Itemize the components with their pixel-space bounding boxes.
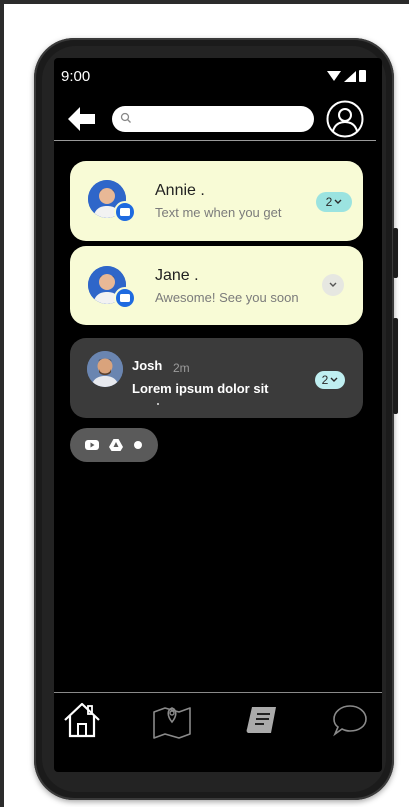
avatar xyxy=(87,351,123,387)
window-top-edge xyxy=(0,0,409,4)
status-icons xyxy=(327,70,366,82)
message-preview: Lorem ipsum dolor sit xyxy=(132,381,269,396)
chevron-down-icon xyxy=(330,377,338,382)
arrow-left-icon xyxy=(68,107,95,131)
profile-button[interactable] xyxy=(326,100,364,138)
sender-name: Annie . xyxy=(155,182,205,199)
bottom-nav-divider xyxy=(54,692,382,693)
notification-card-annie[interactable]: Annie . Text me when you get 2 xyxy=(70,161,363,241)
google-drive-icon xyxy=(109,439,123,451)
phone-side-button-power xyxy=(393,228,398,278)
sender-name: Jane . xyxy=(155,267,199,284)
back-button[interactable] xyxy=(64,102,98,136)
messages-app-badge xyxy=(114,201,136,223)
battery-icon xyxy=(359,70,366,82)
search-icon xyxy=(120,112,131,123)
phone-screen: 9:00 Annie . Text me when you get 2 Jane… xyxy=(54,58,382,772)
message-time: 2m xyxy=(173,361,190,375)
message-preview: Text me when you get xyxy=(155,205,282,220)
sender-name: Josh xyxy=(132,358,163,373)
message-overflow xyxy=(157,403,159,405)
expand-count-button[interactable]: 2 xyxy=(315,371,345,389)
message-count: 2 xyxy=(325,195,333,209)
nav-home-button[interactable] xyxy=(60,698,104,742)
signal-icon xyxy=(344,70,356,82)
chevron-down-icon xyxy=(334,199,342,204)
search-input[interactable] xyxy=(136,110,310,130)
youtube-icon xyxy=(85,440,99,450)
book-icon xyxy=(246,707,276,733)
search-bar[interactable] xyxy=(112,106,314,132)
notification-card-josh[interactable]: Josh 2m Lorem ipsum dolor sit 2 xyxy=(70,338,363,418)
expand-button[interactable] xyxy=(322,274,344,296)
window-left-edge xyxy=(0,0,4,807)
map-icon xyxy=(153,707,191,739)
message-icon xyxy=(120,208,130,216)
user-circle-icon xyxy=(326,100,364,138)
wifi-icon xyxy=(327,70,341,81)
dot-icon xyxy=(134,441,142,449)
nav-map-button[interactable] xyxy=(150,698,194,742)
header-divider xyxy=(54,140,376,141)
collapsed-notifications-pill[interactable] xyxy=(70,428,158,462)
phone-side-button-volume xyxy=(393,318,398,414)
person-avatar-icon xyxy=(87,351,123,387)
messages-app-badge xyxy=(114,287,136,309)
chevron-down-icon xyxy=(329,282,337,287)
message-overflow xyxy=(155,221,335,225)
notification-card-jane[interactable]: Jane . Awesome! See you soon xyxy=(70,246,363,325)
nav-book-button[interactable] xyxy=(240,698,284,742)
message-icon xyxy=(120,294,130,302)
home-icon xyxy=(64,702,100,738)
chat-icon xyxy=(333,705,367,737)
message-preview: Awesome! See you soon xyxy=(155,290,299,305)
status-time: 9:00 xyxy=(61,68,91,85)
message-count: 2 xyxy=(321,373,329,387)
nav-chat-button[interactable] xyxy=(328,698,372,742)
expand-count-button[interactable]: 2 xyxy=(316,192,352,212)
